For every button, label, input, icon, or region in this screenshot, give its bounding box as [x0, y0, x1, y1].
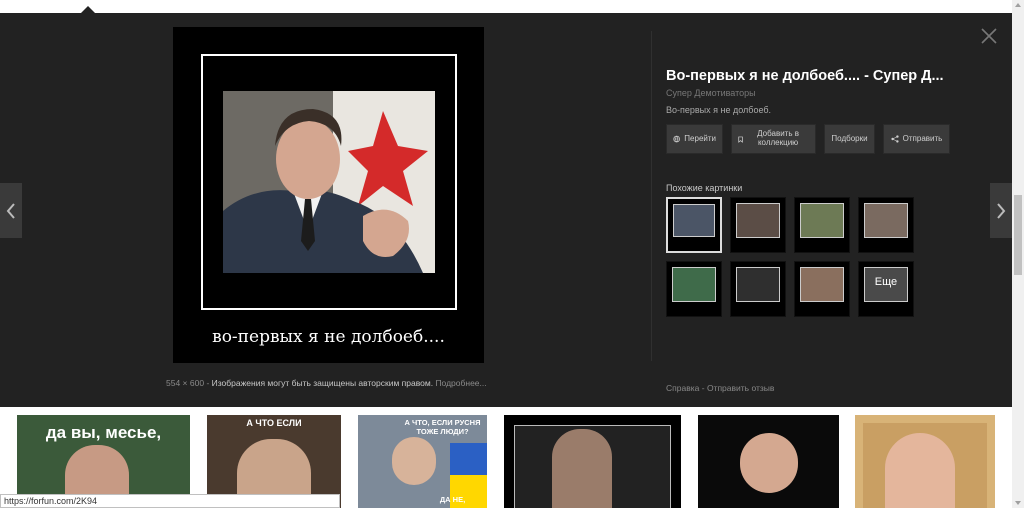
image-dimensions: 554 × 600 [166, 378, 205, 388]
result-thumb-caption: А ЧТО, ЕСЛИ РУСНЯ ТОЖЕ ЛЮДИ? [404, 418, 481, 436]
status-bar-url: https://forfun.com/2K94 [0, 494, 340, 508]
action-buttons: Перейти Добавить в коллекцию Подборки От… [666, 124, 950, 154]
bookmark-icon [738, 136, 743, 143]
photo-illustration [223, 91, 435, 273]
copyright-notice: Изображения могут быть защищены авторски… [211, 378, 434, 388]
more-similar-label: Еще [874, 276, 898, 288]
result-thumb-caption: да вы, месье, [45, 423, 162, 442]
main-image[interactable]: во-первых я не долбоеб.... [173, 27, 484, 363]
scroll-down-icon[interactable] [1015, 501, 1021, 505]
share-label: Отправить [902, 133, 943, 143]
similar-images-grid: Еще [666, 197, 914, 317]
add-to-collection-button[interactable]: Добавить в коллекцию [731, 124, 816, 154]
image-source: Супер Демотиваторы [666, 88, 756, 98]
collections-label: Подборки [831, 133, 868, 143]
close-viewer-button[interactable] [980, 27, 998, 45]
chevron-right-icon [997, 202, 1006, 219]
result-thumb-caption: А ЧТО ЕСЛИ [246, 418, 302, 428]
similar-thumb[interactable] [858, 197, 914, 253]
image-meta: 554 × 600 - Изображения могут быть защищ… [166, 378, 487, 388]
similar-thumb[interactable] [794, 197, 850, 253]
result-thumb[interactable] [855, 415, 995, 508]
feedback-link[interactable]: Отправить отзыв [707, 383, 774, 393]
viewer-footer: Справка - Отправить отзыв [666, 383, 775, 393]
globe-icon [673, 135, 680, 143]
panel-divider [651, 31, 652, 361]
chevron-left-icon [6, 202, 15, 219]
similar-images-label: Похожие картинки [666, 183, 743, 193]
similar-thumb[interactable] [794, 261, 850, 317]
results-strip: да вы, месье, А ЧТО ЕСЛИ А ЧТО, ЕСЛИ РУС… [0, 407, 1012, 508]
top-strip [0, 0, 1012, 14]
help-link[interactable]: Справка [666, 383, 699, 393]
similar-thumb[interactable] [666, 261, 722, 317]
similar-thumb[interactable] [666, 197, 722, 253]
demotivator-photo [223, 91, 435, 273]
image-viewer-panel: во-первых я не долбоеб.... 554 × 600 - И… [0, 13, 1012, 407]
share-icon [891, 135, 899, 143]
share-button[interactable]: Отправить [883, 124, 950, 154]
scroll-up-icon[interactable] [1015, 3, 1021, 7]
result-thumb-bottom-caption: ДА НЕ, [439, 495, 466, 504]
page-scrollbar[interactable] [1012, 0, 1024, 508]
add-to-collection-label: Добавить в коллекцию [757, 129, 799, 147]
visit-label: Перейти [684, 133, 716, 143]
result-thumb[interactable]: А ЧТО, ЕСЛИ РУСНЯ ТОЖЕ ЛЮДИ? ДА НЕ, [358, 415, 487, 508]
more-info-link[interactable]: Подробнее... [435, 378, 486, 388]
similar-thumb[interactable] [730, 197, 786, 253]
result-thumb[interactable] [698, 415, 839, 508]
next-image-button[interactable] [990, 183, 1012, 238]
image-title-link[interactable]: Во-первых я не долбоеб.... - Супер Д... [666, 68, 966, 84]
close-icon [981, 28, 997, 44]
scrollbar-thumb[interactable] [1014, 195, 1022, 275]
visit-button[interactable]: Перейти [666, 124, 723, 154]
previous-image-button[interactable] [0, 183, 22, 238]
image-description: Во-первых я не долбоеб. [666, 105, 772, 115]
similar-thumb[interactable] [730, 261, 786, 317]
more-similar-button[interactable]: Еще [858, 261, 914, 317]
collections-button[interactable]: Подборки [824, 124, 875, 154]
result-thumb[interactable] [504, 415, 681, 508]
image-info: Во-первых я не долбоеб.... - Супер Д... … [666, 68, 966, 115]
demotivator-caption: во-первых я не долбоеб.... [212, 327, 445, 347]
demotivator-frame [201, 54, 457, 310]
